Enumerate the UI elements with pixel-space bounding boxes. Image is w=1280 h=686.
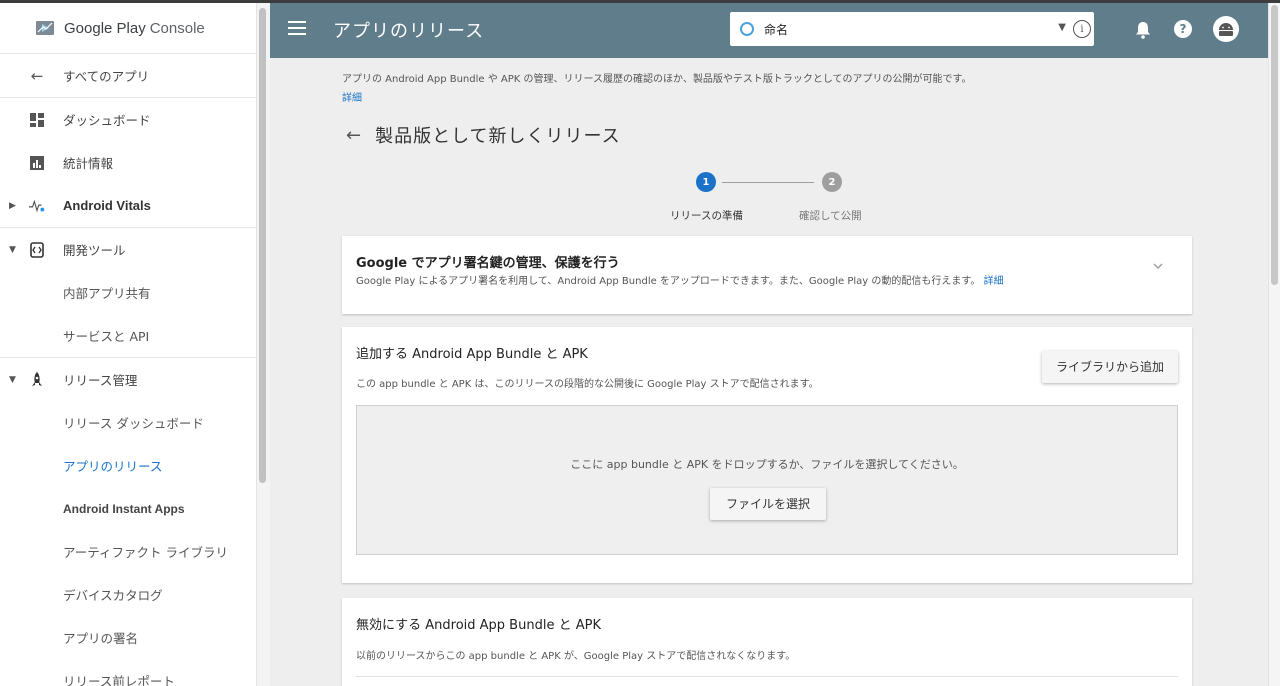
android-avatar-icon: [1219, 23, 1233, 36]
sidebar-item-label: 統計情報: [63, 156, 114, 171]
sidebar-item-android-vitals[interactable]: ▶ Android Vitals: [0, 184, 256, 227]
app-signing-desc-text: Google Play によるアプリ署名を利用して、Android App Bu…: [356, 276, 981, 287]
vitals-pulse-icon: [29, 198, 45, 214]
sidebar-item-release-management[interactable]: ▼ リリース管理: [0, 358, 256, 401]
app-status-icon: [740, 22, 754, 36]
sidebar-item-label: アプリのリリース: [63, 459, 163, 474]
sidebar-item-artifact-library[interactable]: アーティファクト ライブラリ: [0, 530, 256, 573]
dev-tools-icon: [29, 241, 45, 258]
step-2-indicator: 2: [822, 172, 842, 192]
drop-zone-text: ここに app bundle と APK をドロップするか、ファイルを選択してく…: [570, 458, 964, 471]
sidebar: Google Play Console ← すべてのアプリ ダッシュボード 統計…: [0, 3, 257, 686]
sidebar-item-statistics[interactable]: 統計情報: [0, 141, 256, 184]
release-stepper: 1 2 リリースの準備 確認して公開: [650, 170, 950, 222]
caret-down-icon: ▼: [9, 374, 16, 385]
sidebar-item-pre-launch-report[interactable]: リリース前レポート: [0, 659, 256, 686]
sidebar-item-device-catalog[interactable]: デバイスカタログ: [0, 573, 256, 616]
disable-bundles-desc: 以前のリリースからこの app bundle と APK が、Google Pl…: [356, 651, 796, 662]
sidebar-item-app-releases[interactable]: アプリのリリース: [0, 444, 256, 487]
add-from-library-button[interactable]: ライブラリから追加: [1041, 351, 1178, 383]
bar-chart-icon: [29, 155, 45, 171]
brand-logo[interactable]: Google Play Console: [0, 3, 256, 54]
sidebar-item-label: リリース ダッシュボード: [63, 416, 204, 431]
page-title: 製品版として新しくリリース: [375, 126, 621, 147]
rocket-icon: [29, 371, 45, 388]
hamburger-menu-icon[interactable]: [288, 21, 306, 35]
stepper-connector: [722, 182, 814, 183]
account-avatar[interactable]: [1213, 16, 1239, 42]
sidebar-item-instant-apps[interactable]: Android Instant Apps: [0, 487, 256, 530]
dropdown-arrow-icon[interactable]: ▼: [1058, 22, 1066, 33]
app-signing-learn-more-link[interactable]: 詳細: [984, 276, 1004, 287]
app-signing-card[interactable]: Google でアプリ署名鍵の管理、保護を行う Google Play によるア…: [342, 236, 1192, 314]
brand-name: Google Play: [64, 19, 146, 37]
sidebar-item-label: サービスと API: [63, 329, 150, 344]
sidebar-item-label: アーティファクト ライブラリ: [63, 545, 228, 560]
page-header-title: アプリのリリース: [333, 21, 485, 42]
chevron-down-icon[interactable]: [1152, 260, 1164, 272]
sidebar-item-services-api[interactable]: サービスと API: [0, 314, 256, 357]
sidebar-item-app-signing[interactable]: アプリの署名: [0, 616, 256, 659]
sidebar-item-internal-app-sharing[interactable]: 内部アプリ共有: [0, 271, 256, 314]
bell-icon[interactable]: [1135, 21, 1151, 39]
choose-file-button[interactable]: ファイルを選択: [710, 488, 827, 520]
step-2-label: 確認して公開: [799, 210, 862, 222]
file-drop-zone[interactable]: ここに app bundle と APK をドロップするか、ファイルを選択してく…: [356, 405, 1178, 555]
app-selector-value: 命名: [764, 22, 789, 37]
sidebar-item-label: Android Vitals: [63, 198, 151, 213]
sidebar-item-label: Android Instant Apps: [63, 501, 185, 516]
divider: [356, 676, 1178, 677]
sidebar-item-label: 開発ツール: [63, 243, 126, 258]
sidebar-item-all-apps[interactable]: ← すべてのアプリ: [0, 54, 256, 97]
caret-down-icon: ▼: [9, 244, 16, 255]
app-info-button[interactable]: i: [1070, 12, 1094, 46]
sidebar-item-label: リリース前レポート: [63, 674, 175, 686]
intro-learn-more-link[interactable]: 詳細: [342, 89, 362, 104]
app-selector[interactable]: 命名 ▼ i: [730, 12, 1094, 46]
caret-right-icon: ▶: [9, 200, 16, 211]
page-scrollbar-track[interactable]: [1268, 3, 1280, 686]
sidebar-item-label: ダッシュボード: [63, 113, 151, 128]
app-signing-title: Google でアプリ署名鍵の管理、保護を行う: [356, 256, 620, 271]
step-1-label: リリースの準備: [670, 210, 743, 222]
add-bundles-card: 追加する Android App Bundle と APK この app bun…: [342, 327, 1192, 583]
brand-suffix: Console: [149, 19, 205, 37]
sidebar-item-label: すべてのアプリ: [63, 69, 150, 84]
sidebar-item-dev-tools[interactable]: ▼ 開発ツール: [0, 228, 256, 271]
info-icon: i: [1073, 20, 1091, 38]
sidebar-scrollbar-thumb[interactable]: [259, 8, 266, 483]
disable-bundles-card: 無効にする Android App Bundle と APK 以前のリリースから…: [342, 598, 1192, 686]
sidebar-item-dashboard[interactable]: ダッシュボード: [0, 98, 256, 141]
sidebar-item-label: アプリの署名: [63, 631, 139, 646]
sidebar-item-label: デバイスカタログ: [63, 588, 163, 603]
back-arrow-icon[interactable]: ←: [346, 125, 361, 146]
main-content: アプリの Android App Bundle や APK の管理、リリース履歴…: [270, 58, 1268, 686]
sidebar-item-release-dashboard[interactable]: リリース ダッシュボード: [0, 401, 256, 444]
add-bundles-desc: この app bundle と APK は、このリリースの段階的な公開後に Go…: [356, 379, 819, 390]
intro-text: アプリの Android App Bundle や APK の管理、リリース履歴…: [342, 74, 972, 85]
play-console-logo-icon: [36, 21, 54, 35]
help-icon[interactable]: ?: [1174, 20, 1192, 38]
sidebar-item-label: リリース管理: [63, 373, 138, 388]
app-signing-desc: Google Play によるアプリ署名を利用して、Android App Bu…: [356, 272, 1004, 287]
disable-bundles-title: 無効にする Android App Bundle と APK: [356, 618, 601, 633]
page-title-row: ← 製品版として新しくリリース: [346, 122, 621, 148]
page-scrollbar-thumb[interactable]: [1271, 5, 1278, 285]
back-arrow-icon: ←: [30, 66, 44, 85]
add-bundles-title: 追加する Android App Bundle と APK: [356, 347, 588, 362]
dashboard-icon: [29, 112, 45, 128]
top-app-bar: アプリのリリース 命名 ▼ i ?: [270, 3, 1268, 58]
sidebar-item-label: 内部アプリ共有: [63, 286, 151, 301]
step-1-indicator: 1: [696, 172, 716, 192]
